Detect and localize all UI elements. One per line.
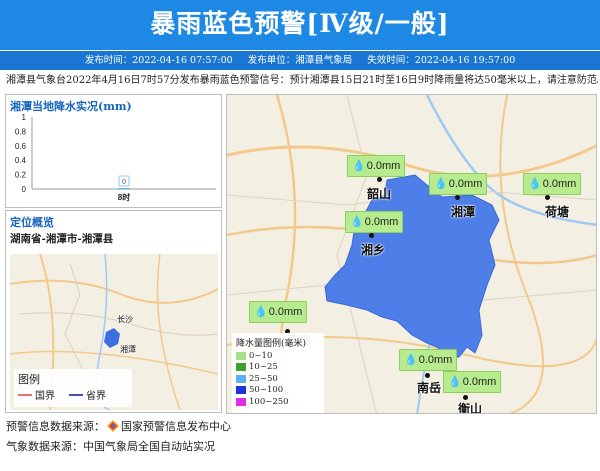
station-dot xyxy=(425,373,430,378)
page-title: 暴雨蓝色预警[Ⅳ级/一般] xyxy=(0,0,600,50)
meta-bar: 发布时间：2022-04-16 07:57:00 发布单位：湘潭县气象局 失效时… xyxy=(0,51,600,70)
y-tick-label: 0.4 xyxy=(15,156,27,165)
location-panel-title: 定位概览 xyxy=(10,216,54,229)
y-tick-label: 1 xyxy=(22,113,27,122)
warning-source: 预警信息数据来源： 国家预警信息发布中心 xyxy=(6,420,231,433)
location-panel: 定位概览 湖南省-湘潭市-湘潭县 长沙 湘潭 图例 国界 省界 xyxy=(5,210,222,413)
rainfall-panel: 湘潭当地降水实况(mm) 0 0.2 0.4 0.6 0.8 1 0 8时 xyxy=(5,94,222,208)
overview-legend-item-1: 省界 xyxy=(86,391,106,402)
warning-center-logo-icon xyxy=(107,420,119,432)
station-label-0[interactable]: 💧0.0mm xyxy=(347,155,406,177)
station-dot xyxy=(369,233,374,238)
rain-bar xyxy=(118,188,130,189)
raindrop-icon: 💧 xyxy=(352,160,366,172)
station-dot xyxy=(455,195,460,200)
y-tick-label: 0.6 xyxy=(15,142,27,151)
overview-place-changsha: 长沙 xyxy=(117,315,133,324)
place-hetang: 荷塘 xyxy=(545,205,570,219)
station-label-4[interactable]: 💧0.0mm xyxy=(249,301,308,323)
warning-notice: 湘潭县气象台2022年4月16日7时57分发布暴雨蓝色预警信号：预计湘潭县15日… xyxy=(6,75,598,86)
national-border-line xyxy=(18,393,32,396)
place-shaoshan: 韶山 xyxy=(367,187,392,201)
raindrop-icon: 💧 xyxy=(448,376,462,388)
overview-map[interactable]: 长沙 湘潭 图例 国界 省界 xyxy=(10,254,218,410)
raindrop-icon: 💧 xyxy=(404,354,418,366)
y-tick-label: 0.2 xyxy=(15,171,27,180)
location-path: 湖南省-湘潭市-湘潭县 xyxy=(10,233,114,245)
weather-source: 气象数据来源：中国气象局全国自动站实况 xyxy=(6,440,215,453)
raindrop-icon: 💧 xyxy=(254,306,268,318)
main-map[interactable]: 💧0.0mm 💧0.0mm 💧0.0mm 💧0.0mm 💧0.0mm 💧0.0m… xyxy=(226,94,597,414)
raindrop-icon: 💧 xyxy=(434,178,448,190)
x-tick-label: 8时 xyxy=(118,192,130,202)
station-label-5[interactable]: 💧0.0mm xyxy=(399,349,458,371)
place-nanyue: 南岳 xyxy=(417,381,442,395)
rain-legend-title: 降水量图例(毫米) xyxy=(236,339,307,349)
overview-legend-title: 图例 xyxy=(18,373,40,386)
rain-legend-item: 100~250 xyxy=(236,396,320,408)
place-xiangxiang: 湘乡 xyxy=(361,243,386,257)
publish-unit: 发布单位：湘潭县气象局 xyxy=(247,55,353,66)
publish-time: 发布时间：2022-04-16 07:57:00 xyxy=(84,55,233,66)
rain-legend: 降水量图例(毫米) 0~10 10~25 25~50 50~100 100~25… xyxy=(232,333,324,413)
data-label: 0 xyxy=(122,179,126,186)
y-tick-label: 0 xyxy=(22,185,27,194)
place-hengshan: 衡山 xyxy=(458,402,483,414)
rain-legend-item: 10~25 xyxy=(236,362,320,374)
raindrop-icon: 💧 xyxy=(350,216,364,228)
province-border-line xyxy=(69,393,83,396)
overview-legend-item-0: 国界 xyxy=(35,391,55,402)
overview-place-xiangtan: 湘潭 xyxy=(120,345,136,354)
station-label-6[interactable]: 💧0.0mm xyxy=(443,371,502,393)
station-dot xyxy=(545,195,550,200)
overview-legend: 图例 国界 省界 xyxy=(14,369,132,407)
rain-legend-item: 25~50 xyxy=(236,373,320,385)
expire-time: 失效时间：2022-04-16 19:57:00 xyxy=(367,55,516,66)
rain-legend-item: 0~10 xyxy=(236,350,320,362)
station-dot xyxy=(377,177,382,182)
raindrop-icon: 💧 xyxy=(528,178,542,190)
rainfall-chart: 0 0.2 0.4 0.6 0.8 1 0 8时 xyxy=(15,113,216,202)
station-label-3[interactable]: 💧0.0mm xyxy=(345,211,404,233)
station-label-2[interactable]: 💧0.0mm xyxy=(523,173,582,195)
y-tick-label: 0.8 xyxy=(15,127,27,136)
rain-legend-item: 50~100 xyxy=(236,385,320,397)
station-label-1[interactable]: 💧0.0mm xyxy=(429,173,488,195)
place-xiangtan: 湘潭 xyxy=(451,205,476,219)
